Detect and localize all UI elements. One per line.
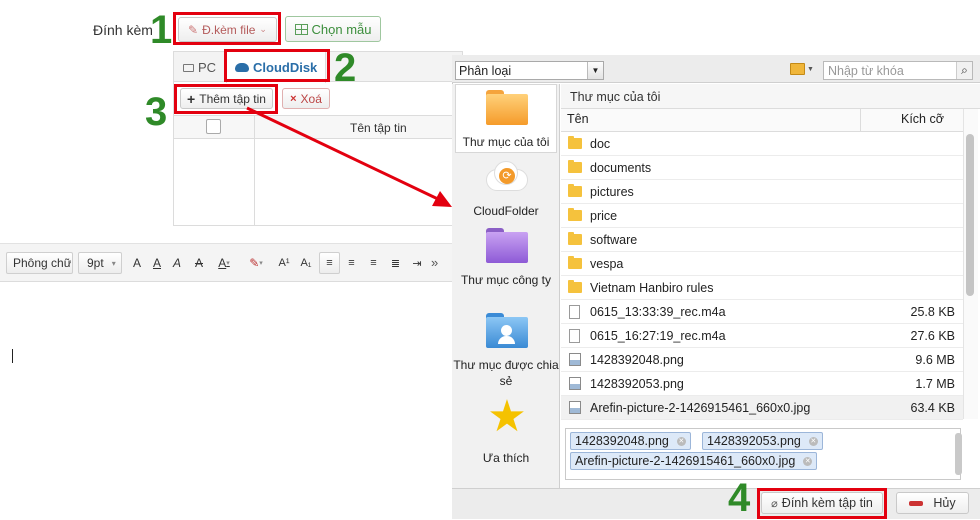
red-arrow — [246, 106, 452, 207]
